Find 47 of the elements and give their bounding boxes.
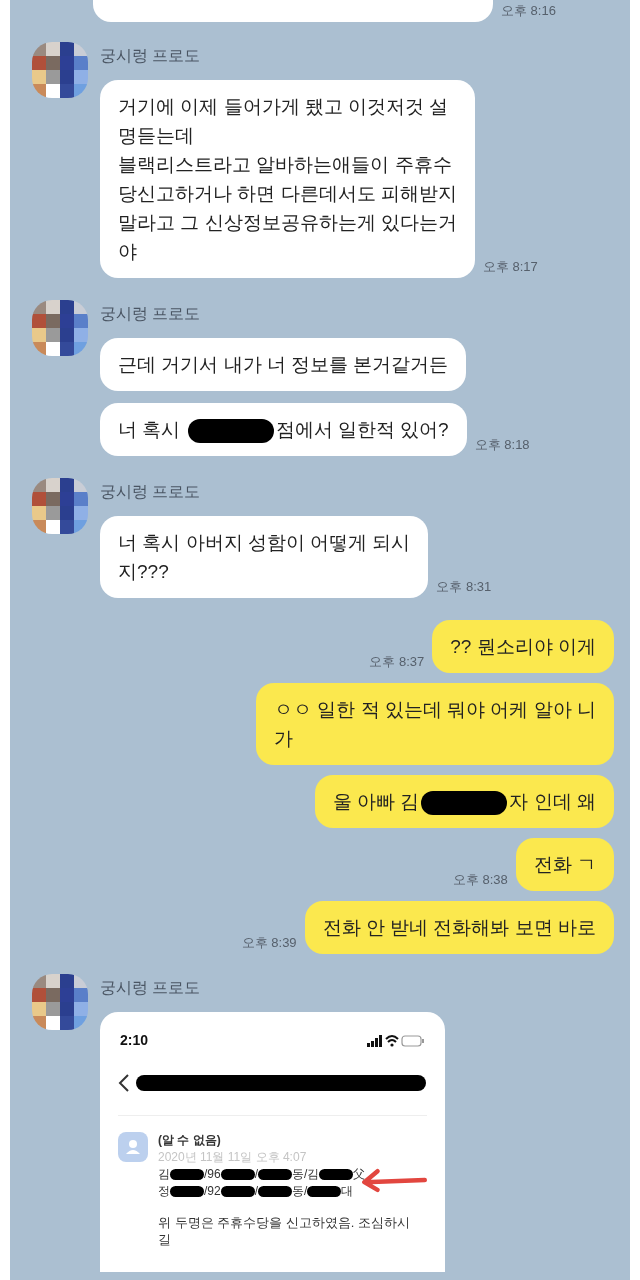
- message-text: ?? 뭔소리야 이게: [450, 636, 596, 657]
- redaction-mark: [307, 1186, 342, 1198]
- message-text: 김: [158, 1167, 170, 1181]
- message-text: 너 혹시: [118, 419, 182, 440]
- redaction-mark: [258, 1186, 293, 1198]
- status-icons-icon: [367, 1033, 425, 1048]
- message-text: /: [254, 1167, 259, 1181]
- sender-name: 궁시렁 프로도: [100, 978, 202, 998]
- message-text: /: [254, 1184, 259, 1198]
- message-time: 오후 8:17: [482, 257, 538, 276]
- message-text: 대: [341, 1184, 354, 1198]
- author-name: (알 수 없음): [158, 1132, 222, 1149]
- message-text: 동/김: [292, 1167, 320, 1181]
- message-text: ㅇㅇ 일한 적 있는데 뭐야 어케 알아 니 가: [274, 699, 596, 749]
- message-text: 자 인데 왜: [509, 791, 596, 812]
- message-time: 오후 8:18: [474, 435, 530, 454]
- message-text: 점에서 일한적 있어?: [275, 419, 449, 440]
- message-time: 오후 8:31: [436, 577, 492, 596]
- message-text: 父: [353, 1167, 366, 1181]
- message-time: 오후 8:37: [369, 652, 425, 671]
- message-text: 전화 안 받네 전화해봐 보면 바로: [322, 917, 596, 938]
- message-text: 전화 ㄱ: [533, 854, 596, 875]
- redaction-mark: [170, 1186, 204, 1198]
- message-time: 오후 8:38: [452, 870, 508, 889]
- sender-name: 궁시렁 프로도: [100, 482, 202, 502]
- message-text: /92: [204, 1184, 221, 1198]
- back-icon[interactable]: [118, 1073, 130, 1093]
- user-icon: [118, 1132, 148, 1162]
- redaction-mark: [220, 1186, 255, 1198]
- message-text: 울 아빠 김: [332, 791, 420, 812]
- message-time: 오후 8:16: [501, 1, 556, 20]
- message-time: 오후 8:39: [241, 933, 297, 952]
- post-date: 2020년 11월 11일 오후 4:07: [158, 1149, 308, 1166]
- message-text: 근데 거기서 내가 너 정보를 본거같거든: [118, 354, 449, 375]
- message-text: 동/: [292, 1184, 308, 1198]
- message-text: 거기에 이제 들어가게 됐고 이것저것 설 명듣는데 블랙리스트라고 알바하는애들이 주휴수 당신고하거나 하면 다른데서도 피해받지 말라고 그 신상정보공유하는게 있다는거 야: [118, 96, 457, 262]
- sender-name: 궁시렁 프로도: [100, 46, 202, 66]
- redaction-mark: [319, 1169, 354, 1181]
- sender-name: 궁시렁 프로도: [100, 304, 202, 324]
- message-text: 너 혹시 아버지 성함이 어떻게 되시 지???: [118, 532, 411, 582]
- redaction-mark: [258, 1169, 293, 1181]
- message-text: /96: [204, 1167, 221, 1181]
- redaction-mark: [220, 1169, 255, 1181]
- post-text: 위 두명은 주휴수당을 신고하였음. 조심하시 길: [158, 1214, 411, 1248]
- redaction-mark: [170, 1169, 204, 1181]
- status-clock: 2:10: [120, 1031, 149, 1050]
- message-text: 정: [158, 1184, 170, 1198]
